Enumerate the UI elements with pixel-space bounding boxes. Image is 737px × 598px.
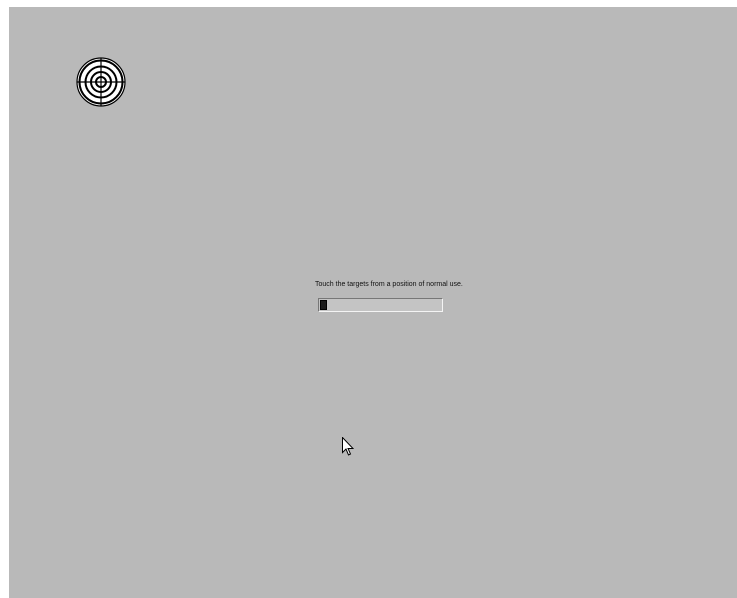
calibration-target-icon[interactable] — [76, 57, 126, 107]
calibration-screen: Touch the targets from a position of nor… — [9, 7, 737, 598]
calibration-progress-fill — [320, 300, 327, 310]
calibration-instruction: Touch the targets from a position of nor… — [315, 281, 463, 288]
calibration-progress-bar — [318, 298, 443, 312]
mouse-pointer-icon — [342, 437, 354, 456]
